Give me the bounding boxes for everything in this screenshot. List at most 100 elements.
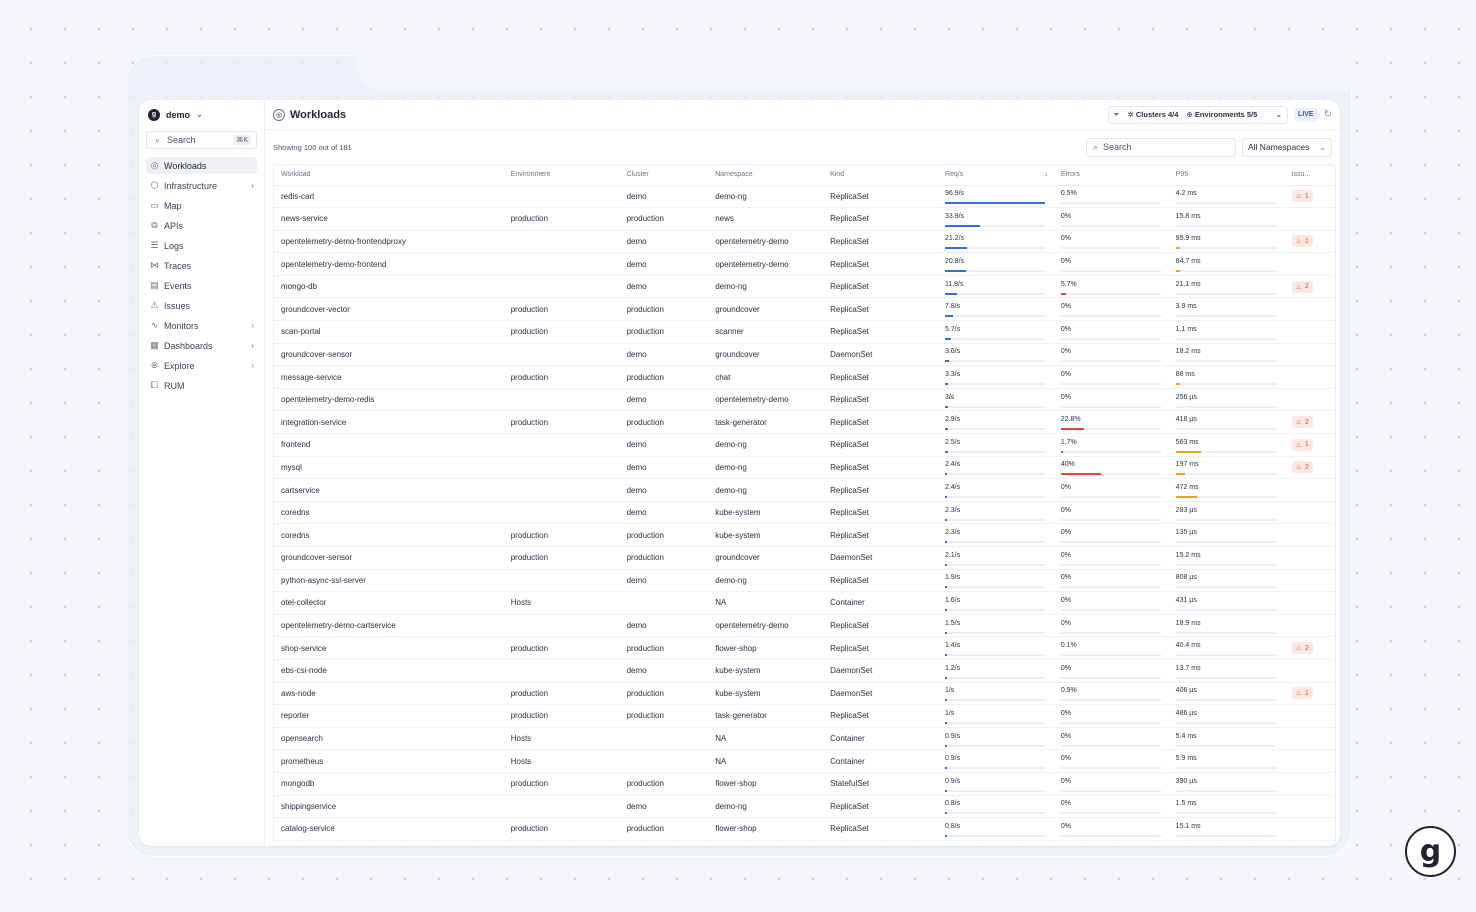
sidebar-item-infrastructure[interactable]: ⬡ Infrastructure › bbox=[146, 177, 257, 194]
table-row[interactable]: python-async-ssl-server demo demo-ng Replic… bbox=[274, 569, 1335, 593]
table-row[interactable]: opentelemetry-demo-frontendproxy demo open… bbox=[274, 230, 1335, 254]
table-row[interactable]: integration-service production production t… bbox=[274, 410, 1335, 435]
issues-badge[interactable]: ♨ 1 bbox=[1291, 190, 1313, 203]
issues-badge[interactable]: ♨ 1 bbox=[1291, 235, 1313, 248]
table-row[interactable]: aws-node production production kube-system D… bbox=[274, 682, 1335, 706]
issues-badge[interactable]: ♨ 2 bbox=[1291, 642, 1313, 655]
table-row[interactable]: message-service production production chat R… bbox=[274, 365, 1335, 389]
p95-metric: 5.4 ms bbox=[1175, 731, 1285, 747]
org-switcher[interactable]: g demo ⌄ bbox=[148, 108, 257, 121]
table-row[interactable]: groundcover-sensor demo groundcover DaemonS… bbox=[274, 343, 1335, 367]
kind-cell: ReplicaSet bbox=[823, 456, 938, 480]
sort-desc-icon[interactable]: ↓ bbox=[1044, 171, 1048, 178]
reqs-value: 2.4/s bbox=[944, 484, 961, 492]
reqs-metric: 2.3/s bbox=[944, 505, 1054, 521]
live-badge[interactable]: LIVE bbox=[1294, 108, 1318, 121]
p95-bar-track bbox=[1175, 767, 1276, 770]
reqs-bar-track bbox=[944, 337, 1045, 340]
sidebar-item-events[interactable]: ▤ Events bbox=[146, 277, 257, 294]
p95-bar-track bbox=[1175, 676, 1276, 679]
table-row[interactable]: mysql demo demo-ng ReplicaSet 2.4/s 40% 197 ms… bbox=[274, 456, 1335, 480]
table-row[interactable]: opentelemetry-demo-redis demo opentelemetr… bbox=[274, 388, 1335, 412]
column-header[interactable]: Namespace bbox=[708, 165, 824, 186]
table-row[interactable]: coredns demo kube-system ReplicaSet 2.3/s 0% 2… bbox=[274, 501, 1335, 525]
issues-badge[interactable]: ♨ 2 bbox=[1291, 416, 1313, 429]
issues-count: 1 bbox=[1304, 192, 1309, 200]
table-row[interactable]: opentelemetry-demo-cartservice demo opente… bbox=[274, 614, 1335, 638]
chevron-right-icon[interactable]: › bbox=[251, 361, 254, 370]
namespace-cell: flower-shop bbox=[708, 636, 824, 660]
column-header[interactable]: Errors bbox=[1053, 165, 1169, 186]
table-row[interactable]: news-service production production news Repl… bbox=[274, 207, 1335, 231]
chevron-right-icon[interactable]: › bbox=[251, 341, 254, 350]
column-header[interactable]: Cluster bbox=[619, 165, 709, 186]
sidebar-item-traces[interactable]: ⋈ Traces bbox=[146, 257, 257, 274]
sidebar-item-apis[interactable]: ⧉ APIs bbox=[146, 217, 257, 234]
refresh-icon[interactable]: ↻ bbox=[1324, 109, 1332, 120]
sidebar-search[interactable]: ⌕ Search ⌘K bbox=[146, 131, 257, 149]
reqs-metric: 11.8/s bbox=[944, 279, 1054, 295]
table-row[interactable]: groundcover-sensor production production gr… bbox=[274, 546, 1335, 570]
table-row[interactable]: frontend demo demo-ng ReplicaSet 2.5/s 1.7% 56… bbox=[274, 433, 1335, 457]
column-header[interactable]: P95 bbox=[1168, 165, 1285, 186]
errors-bar-track bbox=[1060, 428, 1161, 431]
chevron-right-icon[interactable]: › bbox=[251, 321, 254, 330]
table-row[interactable]: ebs-csi-node demo kube-system DaemonSet 1.2/… bbox=[274, 659, 1335, 683]
table-row[interactable]: opentelemetry-demo-frontend demo opentelem… bbox=[274, 252, 1335, 276]
table-row[interactable]: mongodb production production flower-shop St… bbox=[274, 772, 1335, 796]
issues-badge[interactable]: ♨ 2 bbox=[1291, 461, 1313, 474]
column-header[interactable]: Environment bbox=[503, 165, 620, 186]
cluster-cell: production bbox=[619, 636, 709, 660]
table-row[interactable]: mongo-db demo demo-ng ReplicaSet 11.8/s 5.7% 2… bbox=[274, 275, 1335, 299]
errors-cell: 0% bbox=[1053, 727, 1169, 751]
sidebar-item-monitors[interactable]: ∿ Monitors › bbox=[146, 317, 257, 334]
table-row[interactable]: scan-portal production production scanner Re… bbox=[274, 320, 1335, 344]
sidebar-item-issues[interactable]: ⚠ Issues bbox=[146, 297, 257, 314]
issues-badge[interactable]: ♨ 1 bbox=[1291, 438, 1313, 451]
chevron-down-icon[interactable]: ⌄ bbox=[1275, 110, 1282, 119]
issues-count: 2 bbox=[1304, 418, 1309, 426]
table-row[interactable]: catalog-service production production flowe… bbox=[274, 817, 1335, 841]
issues-badge[interactable]: ♨ 1 bbox=[1291, 687, 1313, 700]
sidebar-item-label: Map bbox=[164, 200, 182, 211]
table-row[interactable]: redis-cart demo demo-ng ReplicaSet 96.9/s 0.5… bbox=[274, 185, 1335, 209]
issues-badge[interactable]: ♨ 2 bbox=[1291, 280, 1313, 293]
column-header[interactable]: Req/s ↓ bbox=[937, 165, 1054, 186]
namespace-select[interactable]: All Namespaces ⌄ bbox=[1242, 137, 1332, 157]
table-search-input[interactable]: ⌕ Search bbox=[1086, 137, 1236, 157]
sidebar-item-rum[interactable]: ⧠ RUM bbox=[146, 377, 257, 394]
table-row[interactable]: groundcover-vector production production gr… bbox=[274, 297, 1335, 322]
environments-filter[interactable]: ⊕ Environments 5/5 bbox=[1186, 110, 1257, 119]
table-row[interactable]: prometheus Hosts NA Container 0.9/s 0% 5.9 ms bbox=[274, 749, 1335, 773]
column-header[interactable]: Kind bbox=[823, 165, 938, 186]
table-row[interactable]: cartservice demo demo-ng ReplicaSet 2.4/s 0% 4… bbox=[274, 478, 1335, 502]
sidebar-item-label: RUM bbox=[164, 380, 185, 391]
chevron-right-icon[interactable]: › bbox=[251, 181, 254, 190]
workloads-table: Workload Environment Cluster Namespace Kind R… bbox=[274, 165, 1335, 841]
table-row[interactable]: otel-collector Hosts NA Container 1.6/s 0% 431… bbox=[274, 591, 1335, 615]
errors-value: 0% bbox=[1060, 258, 1071, 266]
sidebar-item-dashboards[interactable]: ▦ Dashboards › bbox=[146, 337, 257, 354]
reqs-metric: 5.7/s bbox=[944, 324, 1054, 340]
sidebar-item-logs[interactable]: ☰ Logs bbox=[146, 237, 257, 254]
table-row[interactable]: shippingservice demo demo-ng ReplicaSet 0.8/… bbox=[274, 795, 1335, 819]
reqs-value: 1.6/s bbox=[944, 596, 961, 604]
issues-cell bbox=[1284, 252, 1335, 276]
sidebar-item-explore[interactable]: ⊛ Explore › bbox=[146, 357, 257, 374]
namespace-cell: flower-shop bbox=[708, 817, 824, 841]
column-header[interactable]: Issu... bbox=[1284, 165, 1335, 186]
table-row[interactable]: opensearch Hosts NA Container 0.9/s 0% 5.4 ms bbox=[274, 727, 1335, 751]
table-row[interactable]: shop-service production production flower-s… bbox=[274, 636, 1335, 660]
reqs-cell: 2.5/s bbox=[937, 433, 1054, 457]
clusters-filter[interactable]: ✲ Clusters 4/4 bbox=[1128, 110, 1179, 119]
errors-metric: 0% bbox=[1060, 821, 1169, 837]
p95-cell: 135 µs bbox=[1168, 523, 1285, 547]
table-row[interactable]: coredns production production kube-system Re… bbox=[274, 523, 1335, 547]
sidebar-item-workloads[interactable]: ◎ Workloads bbox=[146, 157, 257, 174]
scope-filter[interactable]: ⏷ ✲ Clusters 4/4 ⊕ Environments 5/5 ⌄ bbox=[1107, 105, 1289, 124]
errors-bar-track bbox=[1060, 247, 1161, 250]
sidebar-item-map[interactable]: ▭ Map bbox=[146, 197, 257, 214]
table-row[interactable]: reporter production production task-generat… bbox=[274, 704, 1335, 728]
table-search-placeholder: Search bbox=[1103, 142, 1132, 152]
column-header[interactable]: Workload bbox=[274, 165, 504, 186]
